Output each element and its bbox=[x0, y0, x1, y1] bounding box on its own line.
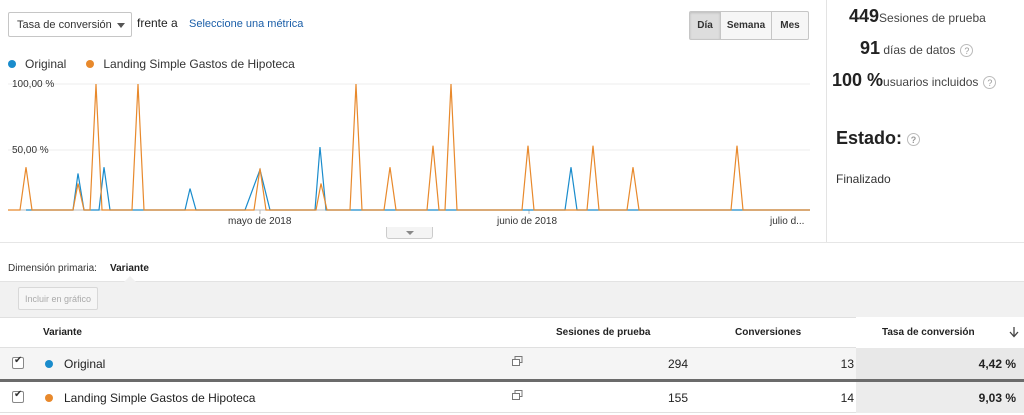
column-header-rate[interactable]: Tasa de conversión bbox=[882, 327, 975, 338]
legend-item-original: Original bbox=[8, 57, 66, 71]
conversions-value: 13 bbox=[840, 357, 854, 371]
conversion-chart: 100,00 % 50,00 % mayo de 2018 junio de 2… bbox=[8, 79, 810, 227]
sort-arrow-down-icon[interactable] bbox=[1009, 326, 1019, 338]
row-checkbox[interactable] bbox=[12, 355, 24, 369]
table-toolbar bbox=[0, 281, 1024, 317]
vs-label: frente a bbox=[137, 16, 178, 30]
legend-label-original: Original bbox=[25, 57, 67, 71]
section-divider bbox=[0, 242, 1024, 243]
stat-days-value: 91 bbox=[860, 38, 881, 58]
metric-select[interactable]: Tasa de conversión bbox=[8, 12, 132, 37]
rate-value: 9,03 % bbox=[978, 391, 1016, 405]
variant-name: Landing Simple Gastos de Hipoteca bbox=[64, 391, 256, 405]
xtick-may: mayo de 2018 bbox=[228, 216, 292, 227]
summary-divider bbox=[826, 0, 827, 242]
metric-select-value: Tasa de conversión bbox=[17, 19, 112, 31]
row-checkbox[interactable] bbox=[12, 389, 24, 403]
stat-users-value: 100 % bbox=[832, 70, 884, 90]
chevron-down-icon bbox=[406, 231, 414, 235]
help-icon[interactable]: ? bbox=[960, 44, 974, 58]
help-icon[interactable]: ? bbox=[983, 76, 997, 90]
rate-cell: 9,03 % bbox=[856, 382, 1024, 413]
legend-dot-landing bbox=[86, 60, 95, 68]
legend-label-landing: Landing Simple Gastos de Hipoteca bbox=[103, 57, 295, 71]
plot-rows-button[interactable]: Incluir en gráfico bbox=[18, 287, 98, 310]
popout-icon[interactable] bbox=[512, 356, 523, 367]
primary-dimension-value[interactable]: Variante bbox=[110, 263, 149, 274]
period-day-button[interactable]: Día bbox=[689, 11, 721, 40]
popout-icon[interactable] bbox=[512, 390, 523, 401]
status-label: Estado: bbox=[836, 128, 903, 148]
status-value: Finalizado bbox=[836, 172, 891, 186]
variant-color-dot bbox=[45, 360, 53, 368]
chevron-down-icon bbox=[117, 23, 125, 28]
series-line-landing bbox=[8, 83, 810, 211]
column-header-variant[interactable]: Variante bbox=[43, 327, 82, 338]
rate-cell: 4,42 % bbox=[856, 348, 1024, 379]
period-month-button[interactable]: Mes bbox=[771, 11, 809, 40]
legend-item-landing: Landing Simple Gastos de Hipoteca bbox=[86, 57, 295, 71]
stat-sessions: 449Sesiones de prueba bbox=[849, 6, 986, 27]
variant-name: Original bbox=[64, 357, 106, 371]
chart-legend: Original Landing Simple Gastos de Hipote… bbox=[8, 57, 315, 71]
stat-days: 91 días de datos? bbox=[860, 38, 974, 59]
sessions-value: 294 bbox=[667, 357, 688, 371]
stat-users: 100 %usuarios incluidos? bbox=[832, 70, 997, 91]
ytick-100: 100,00 % bbox=[12, 79, 54, 90]
table-row: Original 294 13 4,42 % bbox=[0, 348, 1024, 379]
chart-collapse-handle[interactable] bbox=[386, 227, 433, 239]
stat-sessions-value: 449 bbox=[849, 6, 880, 26]
stat-sessions-label: Sesiones de prueba bbox=[879, 11, 986, 25]
stat-days-label: días de datos bbox=[883, 43, 956, 57]
ytick-50: 50,00 % bbox=[12, 145, 49, 156]
xtick-june: junio de 2018 bbox=[496, 216, 557, 227]
table-row: Landing Simple Gastos de Hipoteca 155 14… bbox=[0, 382, 1024, 413]
stat-users-label: usuarios incluidos bbox=[883, 75, 979, 89]
primary-dimension-label: Dimensión primaria: bbox=[8, 263, 97, 274]
dimension-pointer bbox=[124, 276, 136, 282]
series-layer bbox=[8, 83, 810, 211]
legend-dot-original bbox=[8, 60, 16, 68]
sessions-value: 155 bbox=[667, 391, 688, 405]
period-week-button[interactable]: Semana bbox=[720, 11, 772, 40]
column-header-conversions[interactable]: Conversiones bbox=[735, 327, 801, 338]
rate-value: 4,42 % bbox=[978, 357, 1016, 371]
status-heading: Estado:? bbox=[836, 128, 921, 149]
choose-metric-link[interactable]: Seleccione una métrica bbox=[189, 18, 303, 30]
conversions-value: 14 bbox=[840, 391, 854, 405]
variant-color-dot bbox=[45, 394, 53, 402]
xtick-july: julio d... bbox=[769, 216, 804, 227]
help-icon[interactable]: ? bbox=[907, 132, 921, 146]
period-toggle: Día Semana Mes bbox=[689, 11, 809, 40]
column-header-sessions[interactable]: Sesiones de prueba bbox=[556, 327, 650, 338]
